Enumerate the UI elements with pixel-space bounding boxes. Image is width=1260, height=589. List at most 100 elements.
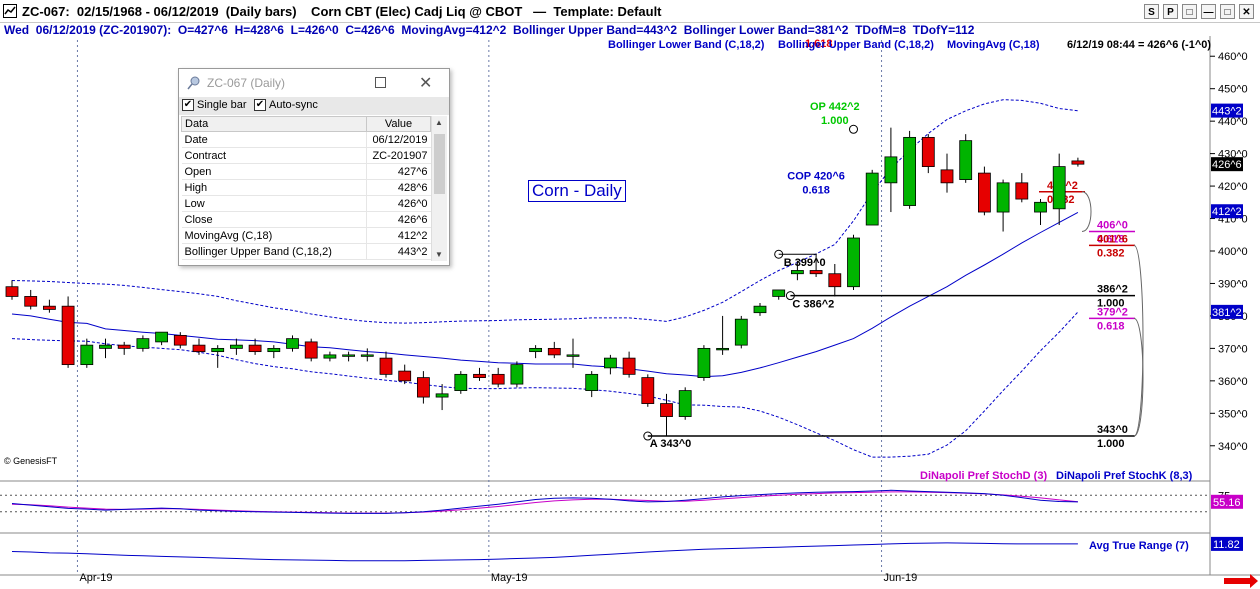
data-window-maximize-button[interactable] <box>375 77 386 88</box>
single-bar-label: Single bar <box>197 99 247 111</box>
corn-daily-annotation[interactable]: Corn - Daily <box>528 180 626 202</box>
candle-body <box>678 390 692 417</box>
candle-body <box>229 344 243 349</box>
auto-sync-label: Auto-sync <box>269 99 318 111</box>
op-ratio: 1.000 <box>821 115 849 127</box>
legend-moving-average: MovingAvg (C,18) <box>947 39 1040 51</box>
candle-body <box>753 305 767 314</box>
op-target-marker <box>849 124 858 134</box>
data-table-row[interactable]: Open 427^6 <box>181 163 431 180</box>
candle-body <box>24 296 38 307</box>
candle-body <box>360 354 374 357</box>
price-tick-label: 340^0 <box>1218 441 1248 453</box>
candle-body <box>323 354 337 359</box>
data-table-row[interactable]: Close 426^6 <box>181 211 431 228</box>
data-window[interactable]: ZC-067 (Daily) ✕ ✔ Single bar ✔ Auto-syn… <box>178 68 450 266</box>
legend-stoch-k: DiNapoli Pref StochK (8,3) <box>1056 470 1193 482</box>
candle-body <box>884 156 898 184</box>
candle-body <box>585 373 599 391</box>
candle-body <box>267 347 281 353</box>
price-tick-label: 460^0 <box>1218 51 1248 63</box>
data-table-row[interactable]: Date 06/12/2019 <box>181 131 431 148</box>
candle-body <box>622 357 636 375</box>
point-a-label: A 343^0 <box>650 438 692 450</box>
legend-timestamp: 6/12/19 08:44 = 426^6 (-1^0) <box>1067 39 1211 51</box>
data-column-header[interactable]: Data <box>181 116 367 132</box>
retracement-ratio: 1.000 <box>1097 438 1125 450</box>
scroll-down-arrow-icon[interactable]: ▼ <box>435 250 443 259</box>
candle-body <box>940 169 954 184</box>
candle-body <box>155 331 169 343</box>
candle-body <box>660 403 673 417</box>
price-tick-label: 370^0 <box>1218 343 1248 355</box>
legend-lower-band: Bollinger Lower Band (C,18,2) <box>608 39 765 51</box>
data-window-titlebar[interactable]: ZC-067 (Daily) ✕ <box>179 69 449 97</box>
candle-body <box>641 377 655 404</box>
candle-body <box>379 357 393 375</box>
candle-body <box>473 373 486 379</box>
value-column-header[interactable]: Value <box>366 116 431 132</box>
price-marker-label: 426^6 <box>1212 159 1242 171</box>
data-row-label: Date <box>181 131 367 148</box>
candle-body <box>828 273 842 288</box>
bollinger-upper-line <box>11 99 1078 324</box>
candle-body <box>959 140 973 180</box>
single-bar-checkbox[interactable]: ✔ <box>182 99 194 111</box>
stoch-value-label: 55.16 <box>1213 497 1241 509</box>
candle-body <box>173 334 187 346</box>
candle-body <box>435 393 449 398</box>
candle-body <box>304 341 318 359</box>
data-row-label: Low <box>181 195 367 212</box>
data-table-row[interactable]: MovingAvg (C,18) 412^2 <box>181 227 431 244</box>
candle-body <box>136 338 150 349</box>
data-row-label: Open <box>181 163 367 180</box>
scroll-up-arrow-icon[interactable]: ▲ <box>435 118 443 127</box>
price-marker-label: 443^2 <box>1212 106 1242 118</box>
candle-body <box>978 172 991 213</box>
data-window-close-button[interactable]: ✕ <box>419 73 432 93</box>
data-row-value: 427^6 <box>366 163 431 180</box>
price-tick-label: 390^0 <box>1218 278 1248 290</box>
data-table: Data Value Date 06/12/2019 Contract ZC-2019… <box>181 116 431 260</box>
candle-body <box>5 286 19 297</box>
data-row-value: 443^2 <box>366 243 431 260</box>
retracement-value: 406^0 <box>1097 220 1128 232</box>
candle-body <box>342 354 356 357</box>
price-tick-label: 440^0 <box>1218 116 1248 128</box>
data-table-row[interactable]: High 428^6 <box>181 179 431 196</box>
candle-body <box>865 172 879 226</box>
candle-body <box>1015 182 1029 200</box>
date-axis-label: May-19 <box>491 572 528 584</box>
candle-body <box>1034 201 1047 213</box>
data-window-scrollbar[interactable]: ▲ ▼ <box>431 116 447 261</box>
data-table-row[interactable]: Bollinger Upper Band (C,18,2) 443^2 <box>181 243 431 260</box>
retracement-value: 379^2 <box>1097 306 1128 318</box>
candle-body <box>716 347 729 351</box>
candle-body <box>192 344 206 353</box>
point-c-label: C 386^2 <box>792 299 834 311</box>
scrollbar-thumb[interactable] <box>434 134 445 194</box>
candle-body <box>847 237 860 288</box>
candle-body <box>921 136 935 167</box>
candle-body <box>61 305 75 366</box>
auto-sync-checkbox[interactable]: ✔ <box>254 99 266 111</box>
pushpin-icon <box>187 76 200 90</box>
data-table-row[interactable]: Low 426^0 <box>181 195 431 212</box>
data-window-title: ZC-067 (Daily) <box>207 76 286 90</box>
data-row-value: ZC-201907 <box>366 147 431 164</box>
price-tick-label: 450^0 <box>1218 84 1248 96</box>
candle-body <box>80 344 94 366</box>
candle-body <box>529 347 542 353</box>
data-table-row[interactable]: Contract ZC-201907 <box>181 147 431 164</box>
retracement-value: 343^0 <box>1097 424 1128 436</box>
point-b-label: B 399^0 <box>784 257 826 269</box>
candle-body <box>547 347 561 356</box>
copyright-label: © GenesisFT <box>4 456 58 466</box>
candle-body <box>791 270 804 275</box>
legend-atr: Avg True Range (7) <box>1089 540 1189 552</box>
candle-body <box>211 347 225 353</box>
candle-body <box>117 344 131 349</box>
candle-body <box>1071 160 1085 165</box>
candle-body <box>734 318 748 346</box>
data-row-value: 06/12/2019 <box>366 131 431 148</box>
